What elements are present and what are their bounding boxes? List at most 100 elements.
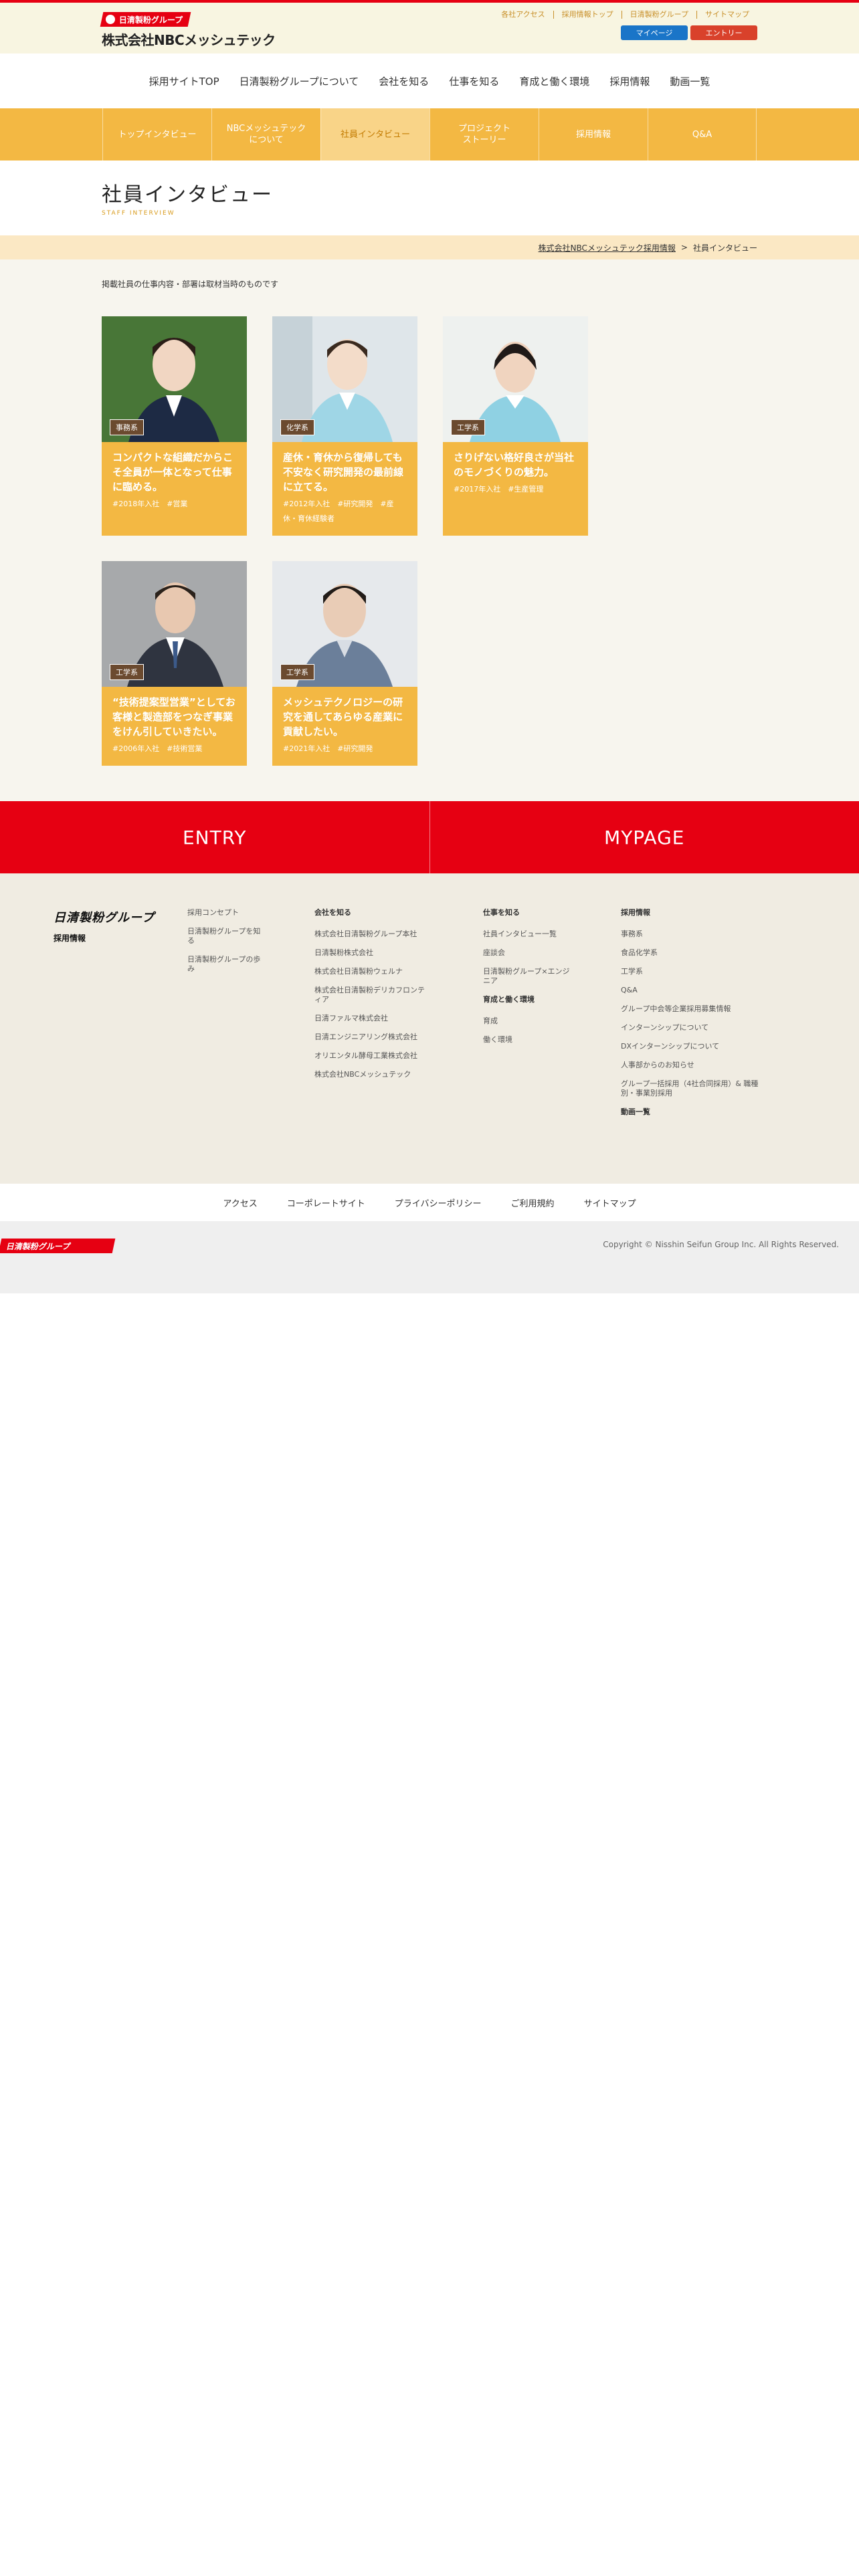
footer-link[interactable]: 座談会 [483,948,570,958]
utility-link-access[interactable]: 各社アクセス [493,11,553,19]
utility-link-recruit-top[interactable]: 採用情報トップ [553,11,622,19]
footer-col-heading[interactable]: 採用情報 [621,908,768,918]
legal-link-privacy[interactable]: プライバシーポリシー [395,1196,482,1209]
utility-link-sitemap[interactable]: サイトマップ [696,11,757,19]
utility-link-group[interactable]: 日清製粉グループ [621,11,696,19]
staff-photo: 工学系 [272,561,417,687]
breadcrumb: 株式会社NBCメッシュテック採用情報 > 社員インタビュー [0,235,859,259]
legal-link-sitemap[interactable]: サイトマップ [584,1196,636,1209]
site-logo[interactable]: 日清製粉グループ 株式会社NBCメッシュテック [100,12,276,49]
staff-photo: 化学系 [272,316,417,442]
field-tag: 工学系 [280,664,314,680]
footer-col-heading[interactable]: 育成と働く環境 [483,995,570,1004]
footer-link[interactable]: 採用コンセプト [187,908,268,918]
page-title-section: 社員インタビュー STAFF INTERVIEW [0,160,859,235]
footer-logo[interactable]: 日清製粉グループ 採用情報 [54,908,155,944]
footer-link[interactable]: 日清製粉グループを知る [187,927,268,946]
company-name: 株式会社NBCメッシュテック [102,32,276,48]
header-buttons: マイページ エントリー [621,25,757,40]
group-logo-badge: 日清製粉グループ [100,12,191,27]
card-title: さりげない格好良さが当社のモノづくりの魅力。 [454,451,575,478]
footer-link[interactable]: 株式会社NBCメッシュテック [314,1070,428,1079]
bottom-group-logo[interactable]: 日清製粉グループ [0,1239,116,1253]
footer-link[interactable]: グループ一括採用（4社合同採用）& 職種別・事業別採用 [621,1079,768,1098]
card-meta: #2021年入社 #研究開発 [283,744,373,753]
page-title-en: STAFF INTERVIEW [102,210,175,217]
interview-card[interactable]: 事務系 コンパクトな組織だからこそ全員が一体となって仕事に臨める。 #2018年… [102,316,247,536]
footer-link[interactable]: 人事部からのお知らせ [621,1061,768,1070]
card-title: コンパクトな組織だからこそ全員が一体となって仕事に臨める。 [112,451,233,493]
footer-link[interactable]: 日清製粉グループ×エンジニア [483,967,570,986]
footer-link[interactable]: 株式会社日清製粉デリカフロンティア [314,986,428,1004]
main-nav-item-company[interactable]: 会社を知る [369,74,439,88]
staff-photo: 事務系 [102,316,247,442]
main-nav-item-work[interactable]: 仕事を知る [439,74,509,88]
interview-list-section: 掲載社員の仕事内容・部署は取材当時のものです 事務系 コンパクトな組織だからこそ… [0,259,859,801]
footer-brand-sub: 採用情報 [54,934,86,943]
mypage-banner[interactable]: MYPAGE [430,801,859,873]
bottom-bar: 日清製粉グループ Copyright © Nisshin Seifun Grou… [0,1221,859,1293]
main-nav-item-group[interactable]: 日清製粉グループについて [229,74,369,88]
sub-nav-item-qa[interactable]: Q&A [648,108,757,160]
interview-card[interactable]: 工学系 “技術提案型営業”としてお客様と製造部をつなぎ事業をけん引していきたい。… [102,561,247,766]
field-tag: 化学系 [280,419,314,435]
main-nav-item-recruit[interactable]: 採用情報 [599,74,660,88]
interview-card[interactable]: 工学系 さりげない格好良さが当社のモノづくりの魅力。 #2017年入社 #生産管… [443,316,588,536]
footer-link[interactable]: 日清製粉グループの歩み [187,955,268,974]
legal-link-corporate[interactable]: コーポレートサイト [287,1196,365,1209]
disclaimer-note: 掲載社員の仕事内容・部署は取材当時のものです [102,280,279,289]
page-blank-area [0,1293,859,2576]
footer-link[interactable]: 働く環境 [483,1035,570,1045]
main-nav: 採用サイトTOP 日清製粉グループについて 会社を知る 仕事を知る 育成と働く環… [0,53,859,108]
footer-link[interactable]: グループ中会等企業採用募集情報 [621,1004,768,1014]
page-title: 社員インタビュー [102,183,273,207]
footer-link[interactable]: DXインターンシップについて [621,1042,768,1051]
footer-link[interactable]: インターンシップについて [621,1023,768,1033]
card-meta: #2012年入社 #研究開発 #産休・育休経験者 [283,500,394,523]
footer-link[interactable]: 工学系 [621,967,768,976]
footer-link[interactable]: 日清エンジニアリング株式会社 [314,1033,428,1042]
footer-link[interactable]: 社員インタビュー一覧 [483,930,570,939]
interview-card[interactable]: 工学系 メッシュテクノロジーの研究を通してあらゆる産業に貢献したい。 #2021… [272,561,417,766]
footer-link[interactable]: オリエンタル酵母工業株式会社 [314,1051,428,1061]
interview-cards: 事務系 コンパクトな組織だからこそ全員が一体となって仕事に臨める。 #2018年… [102,316,757,766]
entry-banner[interactable]: ENTRY [0,801,430,873]
card-title: “技術提案型営業”としてお客様と製造部をつなぎ事業をけん引していきたい。 [112,696,235,738]
footer-link[interactable]: 食品化学系 [621,948,768,958]
footer-link[interactable]: Q&A [621,986,768,995]
sub-nav-item-about[interactable]: NBCメッシュテック について [211,108,320,160]
main-nav-item-environment[interactable]: 育成と働く環境 [509,74,599,88]
footer-link[interactable]: 日清製粉株式会社 [314,948,428,958]
footer-link[interactable]: 日清ファルマ株式会社 [314,1014,428,1023]
breadcrumb-current: 社員インタビュー [692,243,757,253]
footer-col-heading[interactable]: 動画一覧 [621,1107,768,1117]
main-nav-item-videos[interactable]: 動画一覧 [660,74,720,88]
card-meta: #2018年入社 #営業 [112,500,188,508]
site-header: 日清製粉グループ 株式会社NBCメッシュテック 各社アクセス 採用情報トップ 日… [0,3,859,53]
breadcrumb-home-link[interactable]: 株式会社NBCメッシュテック採用情報 [539,242,676,253]
footer-link[interactable]: 株式会社日清製粉ウェルナ [314,967,428,976]
sub-nav-item-staff-interview[interactable]: 社員インタビュー [320,108,430,160]
main-nav-item-top[interactable]: 採用サイトTOP [139,74,229,88]
legal-link-access[interactable]: アクセス [223,1196,257,1209]
mypage-button[interactable]: マイページ [621,25,688,40]
card-title: メッシュテクノロジーの研究を通してあらゆる産業に貢献したい。 [283,696,403,738]
footer-col-heading[interactable]: 仕事を知る [483,908,570,918]
logo-mark-icon [106,15,115,24]
footer-link[interactable]: 事務系 [621,930,768,939]
footer-col-recruit: 採用情報 事務系 食品化学系 工学系 Q&A グループ中会等企業採用募集情報 イ… [621,908,768,1129]
staff-photo: 工学系 [443,316,588,442]
sub-nav-item-top-interview[interactable]: トップインタビュー [102,108,211,160]
field-tag: 工学系 [110,664,144,680]
field-tag: 事務系 [110,419,144,435]
footer-col-heading[interactable]: 会社を知る [314,908,428,918]
footer-link[interactable]: 育成 [483,1016,570,1026]
entry-button[interactable]: エントリー [690,25,757,40]
sub-nav-item-recruit[interactable]: 採用情報 [539,108,648,160]
legal-link-terms[interactable]: ご利用規約 [511,1196,555,1209]
card-meta: #2017年入社 #生産管理 [454,485,544,494]
sub-nav-item-project-story[interactable]: プロジェクト ストーリー [430,108,539,160]
utility-links: 各社アクセス 採用情報トップ 日清製粉グループ サイトマップ [493,11,757,19]
interview-card[interactable]: 化学系 産休・育休から復帰しても不安なく研究開発の最前線に立てる。 #2012年… [272,316,417,536]
footer-link[interactable]: 株式会社日清製粉グループ本社 [314,930,428,939]
